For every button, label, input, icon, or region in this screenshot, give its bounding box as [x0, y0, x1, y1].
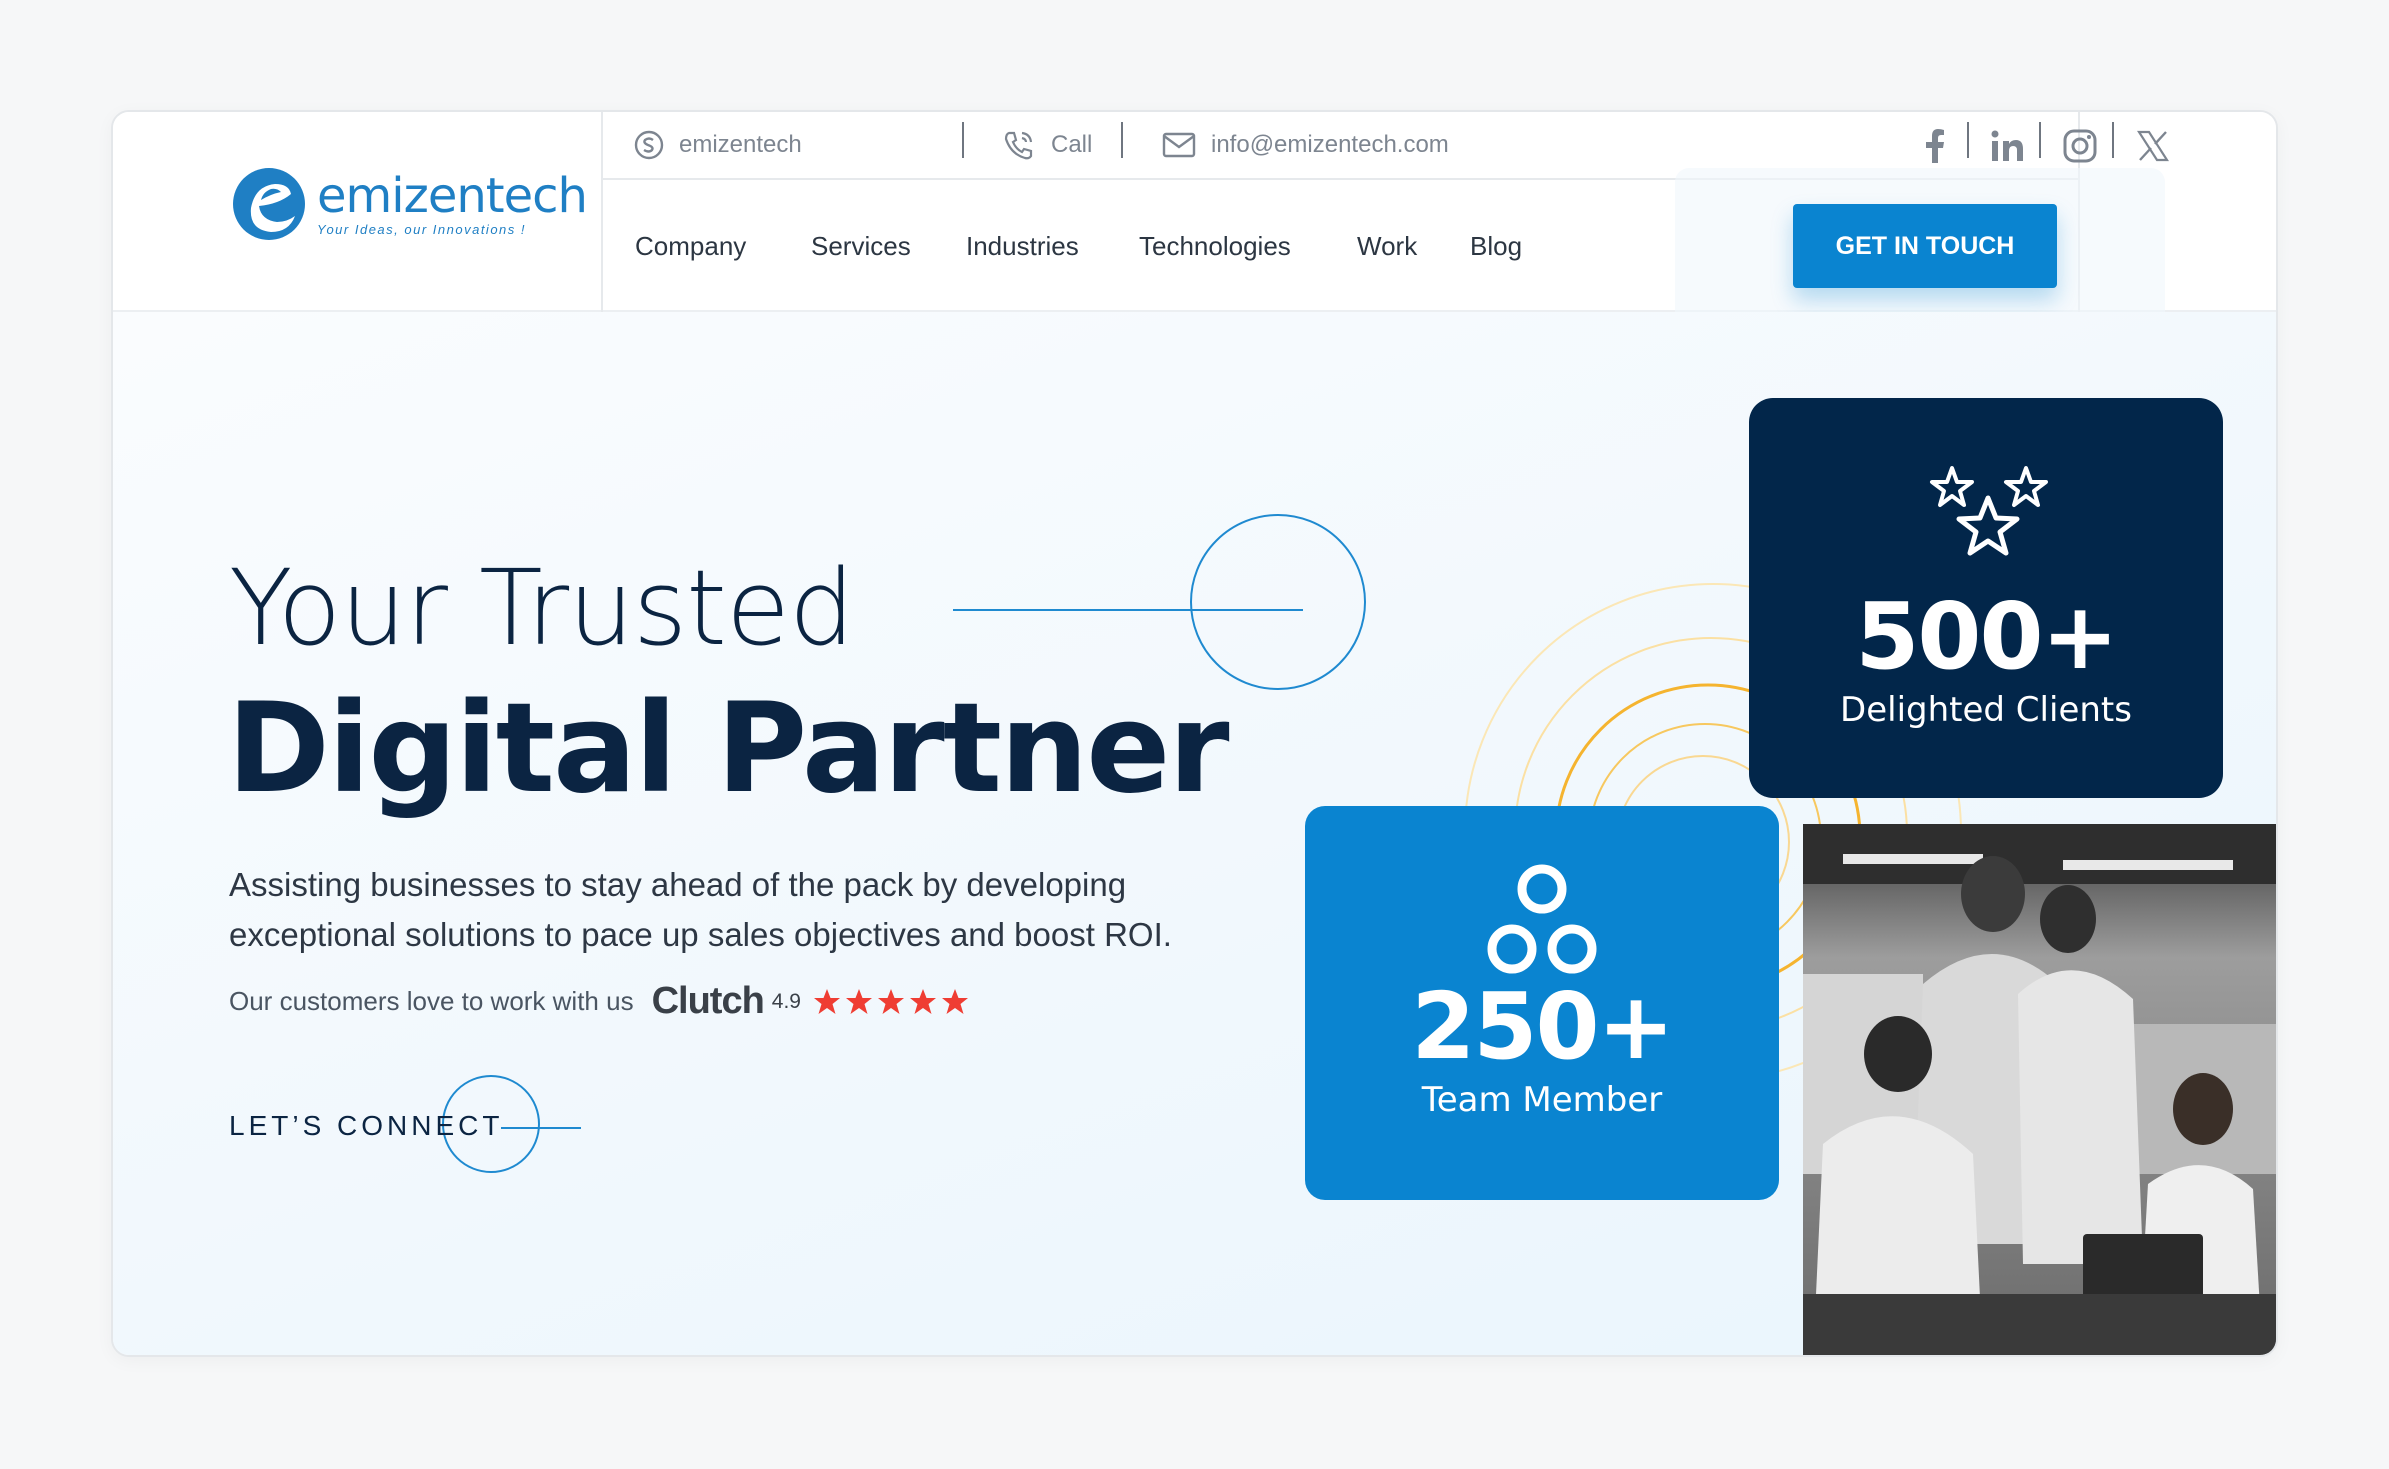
- team-icon: [1487, 864, 1597, 974]
- hero-description: Assisting businesses to stay ahead of th…: [229, 866, 1172, 953]
- team-label: Team Member: [1421, 1080, 1663, 1120]
- skype-handle: emizentech: [679, 131, 802, 158]
- mail-icon: [1162, 132, 1196, 158]
- divider: [2112, 122, 2114, 158]
- facebook-icon[interactable]: [1913, 124, 1957, 168]
- stars-icon: [1930, 466, 2048, 556]
- logo-wordmark: emizentech: [317, 167, 588, 224]
- clutch-rating: Our customers love to work with us Clutc…: [229, 980, 969, 1023]
- logo[interactable]: emizentech Your Ideas, our Innovations !: [229, 164, 588, 244]
- get-in-touch-button[interactable]: GET IN TOUCH: [1793, 204, 2057, 288]
- hero-section: Your Trusted Digital Partner Assisting b…: [113, 312, 2276, 1355]
- nav-industries[interactable]: Industries: [966, 180, 1079, 312]
- linkedin-icon[interactable]: [1985, 124, 2029, 168]
- rating-stars: [813, 988, 969, 1016]
- website-frame: emizentech Your Ideas, our Innovations !…: [111, 110, 2278, 1357]
- logo-tagline: Your Ideas, our Innovations !: [317, 221, 526, 237]
- divider: [2039, 122, 2041, 158]
- lets-connect-link[interactable]: LET’S CONNECT: [229, 1110, 503, 1142]
- x-icon[interactable]: [2131, 124, 2175, 168]
- nav-company[interactable]: Company: [635, 180, 746, 312]
- hero-title-line2: Digital Partner: [227, 677, 1230, 821]
- nav-work[interactable]: Work: [1357, 180, 1417, 312]
- call-link[interactable]: Call: [1001, 112, 1092, 178]
- star-icon: [878, 988, 904, 1014]
- phone-icon: [1004, 131, 1033, 160]
- nav-technologies[interactable]: Technologies: [1139, 180, 1291, 312]
- star-icon: [846, 988, 872, 1014]
- email-address: info@emizentech.com: [1211, 131, 1449, 158]
- logo-cell: emizentech Your Ideas, our Innovations !: [113, 112, 603, 312]
- divider: [1121, 122, 1123, 158]
- stat-card-team: 250+ Team Member: [1305, 806, 1779, 1200]
- call-label: Call: [1051, 131, 1093, 158]
- clients-count: 500+: [1855, 583, 2118, 690]
- divider: [1967, 122, 1969, 158]
- email-link[interactable]: info@emizentech.com: [1161, 112, 1449, 178]
- star-icon: [814, 988, 840, 1014]
- clients-label: Delighted Clients: [1840, 690, 2132, 730]
- instagram-icon[interactable]: [2058, 124, 2102, 168]
- nav-blog[interactable]: Blog: [1470, 180, 1522, 312]
- clutch-logo[interactable]: Clutch: [652, 980, 765, 1023]
- skype-icon: [634, 130, 664, 160]
- star-icon: [942, 988, 968, 1014]
- divider: [962, 122, 964, 158]
- star-icon: [910, 988, 936, 1014]
- nav-services[interactable]: Services: [811, 180, 911, 312]
- clutch-score: 4.9: [771, 989, 801, 1013]
- hero-title-line1: Your Trusted: [229, 547, 855, 669]
- team-photo: [1803, 824, 2276, 1355]
- skype-link[interactable]: emizentech: [633, 112, 802, 178]
- logo-e-icon: [233, 168, 305, 240]
- clutch-intro: Our customers love to work with us: [229, 986, 634, 1016]
- stat-card-clients: 500+ Delighted Clients: [1749, 398, 2223, 798]
- team-count: 250+: [1411, 973, 1674, 1080]
